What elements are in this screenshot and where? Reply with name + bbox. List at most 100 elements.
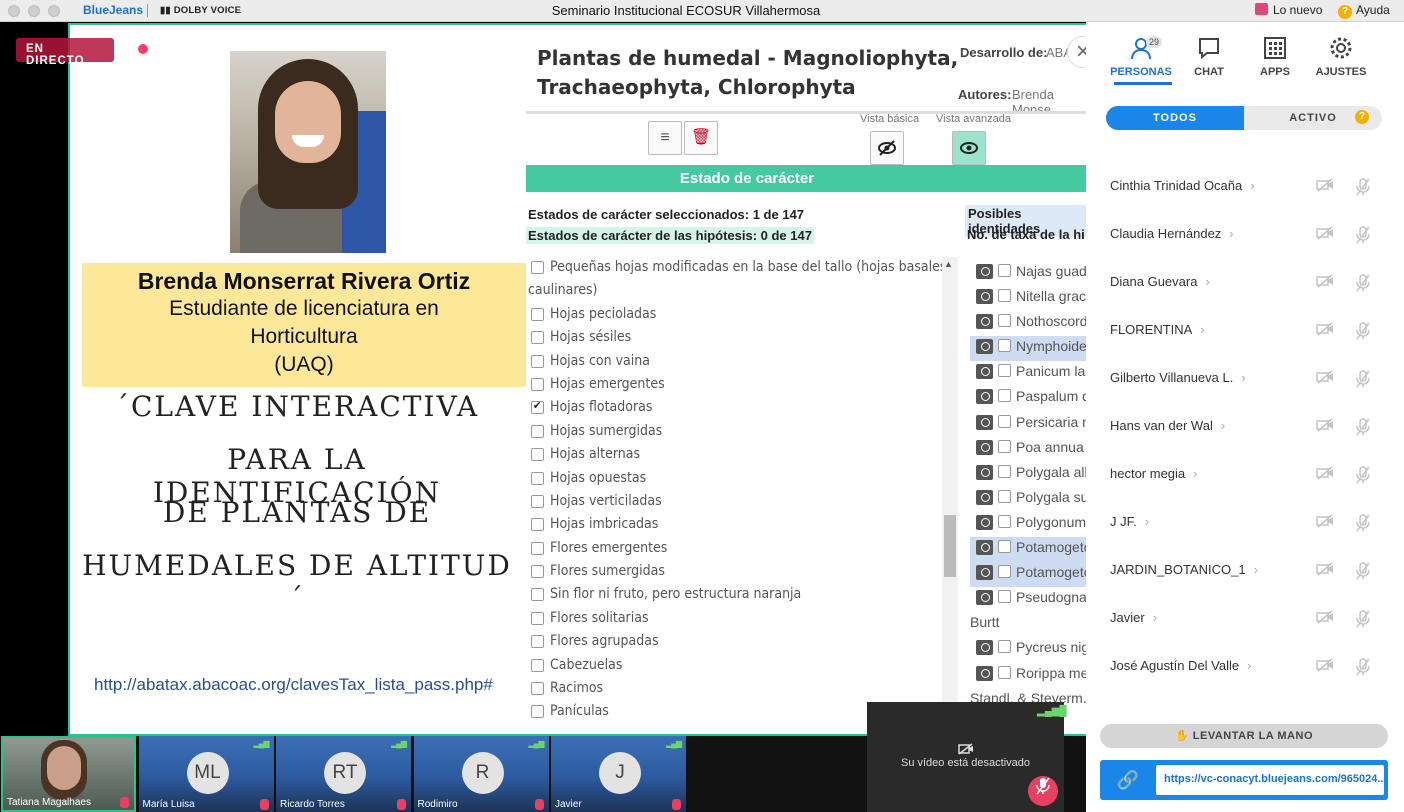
checkbox[interactable] [531,565,544,579]
character-option[interactable]: Hojas con vaina [528,351,948,374]
participant-row[interactable]: Gilberto Villanueva L. › [1110,370,1390,394]
checkbox[interactable] [531,377,544,391]
checkbox[interactable] [998,314,1011,328]
camera-icon[interactable] [976,364,993,380]
character-option[interactable]: caulinares) [528,280,948,303]
camera-icon[interactable] [976,439,993,455]
checkbox[interactable] [998,514,1011,528]
checkbox[interactable] [531,354,544,368]
checkbox[interactable] [998,264,1011,277]
checkbox[interactable] [998,665,1011,679]
checkbox[interactable] [531,541,544,555]
chevron-right-icon[interactable]: › [1193,466,1197,481]
checkbox[interactable] [998,364,1011,378]
chevron-right-icon[interactable]: › [1205,274,1209,289]
camera-icon[interactable] [976,514,993,530]
sort-list-button[interactable]: ≡ [648,121,682,155]
taxon-item[interactable]: Persicaria m [970,412,1086,437]
checkbox[interactable] [998,489,1011,503]
taxon-item[interactable]: Pycreus nige [970,637,1086,662]
character-option[interactable]: Sin flor ni fruto, pero estructura naran… [528,584,948,607]
taxon-item[interactable]: Potamogeto [970,562,1086,588]
checkbox[interactable] [998,464,1011,478]
chevron-right-icon[interactable]: › [1145,514,1149,529]
character-option[interactable]: Flores agrupadas [528,631,948,654]
checkbox[interactable] [531,424,544,438]
character-option[interactable]: Racimos [528,678,948,701]
participant-row[interactable]: Javier › [1110,610,1390,634]
camera-icon[interactable] [976,590,993,606]
camera-icon[interactable] [976,665,993,681]
taxon-item[interactable]: Rorippa mex [970,663,1086,688]
checkbox[interactable] [998,640,1011,654]
checkbox[interactable] [998,565,1011,579]
participant-tile[interactable]: R ▂▄▆ Rodimiro [413,736,549,812]
whats-new-button[interactable]: Lo nuevo [1255,3,1322,17]
chevron-right-icon[interactable]: › [1200,322,1204,337]
meeting-link-field[interactable]: https://vc-conacyt.bluejeans.com/965024.… [1156,765,1384,795]
checkbox[interactable] [531,399,544,415]
tab-people[interactable]: PERSONAS [1110,36,1172,78]
character-option[interactable]: Hojas emergentes [528,374,948,397]
chevron-right-icon[interactable]: › [1241,370,1245,385]
character-option[interactable]: Cabezuelas [528,655,948,678]
character-option[interactable]: Hojas sésiles [528,327,948,350]
character-option[interactable]: Hojas imbricadas [528,514,948,537]
camera-icon[interactable] [976,389,993,405]
checkbox[interactable] [531,658,544,672]
list-scrollbar[interactable] [942,257,958,727]
taxon-item[interactable]: Burtt [970,612,1086,637]
tab-apps[interactable]: APPS [1244,36,1306,78]
character-option[interactable]: Flores solitarias [528,608,948,631]
camera-icon[interactable] [976,640,993,656]
checkbox[interactable] [998,540,1011,554]
checkbox[interactable] [531,494,544,508]
participant-tile[interactable]: J ▂▄▆ Javier [551,736,686,812]
character-option[interactable]: Hojas sumergidas [528,421,948,444]
chevron-right-icon[interactable]: › [1250,178,1254,193]
participant-row[interactable]: J JF. › [1110,514,1390,538]
checkbox[interactable] [998,439,1011,453]
chevron-right-icon[interactable]: › [1153,610,1157,625]
character-option[interactable]: Hojas opuestas [528,468,948,491]
tab-settings[interactable]: AJUSTES [1310,36,1372,78]
character-option[interactable]: Flores emergentes [528,538,948,561]
taxon-item[interactable]: Paspalum di [970,386,1086,411]
checkbox[interactable] [998,289,1011,303]
camera-icon[interactable] [976,414,993,430]
checkbox[interactable] [998,339,1011,353]
participant-row[interactable]: JARDIN_BOTANICO_1 › [1110,562,1390,586]
chevron-right-icon[interactable]: › [1247,658,1251,673]
help-button[interactable]: ? Ayuda [1338,3,1390,19]
chevron-right-icon[interactable]: › [1229,226,1233,241]
checkbox[interactable] [531,635,544,649]
chevron-right-icon[interactable]: › [1221,418,1225,433]
participant-tile[interactable]: ML ▂▄▆ María Luisa [138,736,274,812]
checkbox[interactable] [531,518,544,532]
checkbox[interactable] [531,307,544,321]
participant-tile[interactable]: RT ▂▄▆ Ricardo Torres [276,736,411,812]
taxon-item[interactable]: Najas guada [970,261,1086,286]
taxon-item[interactable]: Polygala sub [970,487,1086,512]
tab-chat[interactable]: CHAT [1178,36,1240,78]
checkbox[interactable] [531,448,544,462]
checkbox[interactable] [531,705,544,719]
checkbox[interactable] [998,389,1011,403]
camera-icon[interactable] [976,540,993,556]
character-option[interactable]: Hojas alternas [528,444,948,467]
eye-icon[interactable] [952,131,986,165]
taxon-item[interactable]: Poa annua L [970,437,1086,462]
eye-off-icon[interactable] [870,131,904,165]
taxon-item[interactable]: Nymphoides [970,336,1086,362]
checkbox[interactable] [531,261,544,274]
checkbox[interactable] [531,682,544,696]
taxon-item[interactable]: Pseudognap [970,587,1086,612]
character-option[interactable]: Flores sumergidas [528,561,948,584]
filter-all-button[interactable]: TODOS [1106,106,1244,130]
taxon-item[interactable]: Nitella graci [970,286,1086,311]
character-option[interactable]: Hojas verticiladas [528,491,948,514]
participant-row[interactable]: hector megia › [1110,466,1390,490]
link-icon[interactable]: 🔗 [1106,766,1150,794]
camera-icon[interactable] [976,464,993,480]
character-option[interactable]: Hojas pecioladas [528,304,948,327]
